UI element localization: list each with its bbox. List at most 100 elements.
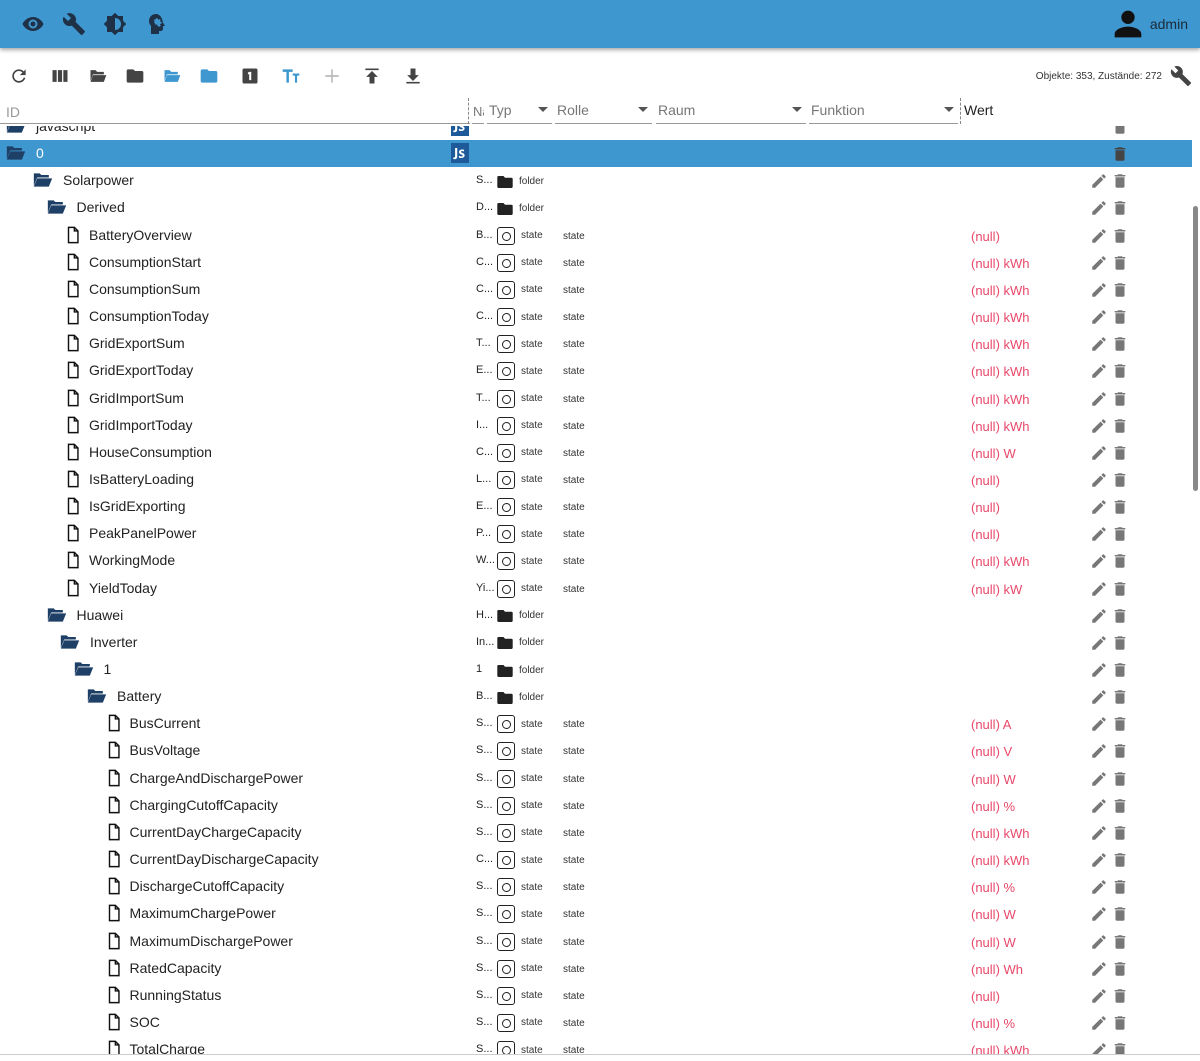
edit-icon[interactable]: [1090, 172, 1108, 190]
edit-icon[interactable]: [1090, 634, 1108, 652]
edit-icon[interactable]: [1090, 797, 1108, 815]
folder-open-icon[interactable]: [47, 198, 67, 216]
delete-icon[interactable]: [1111, 308, 1129, 326]
edit-icon[interactable]: [1090, 227, 1108, 245]
tree-row-state[interactable]: HouseConsumption C... state state (null) W: [0, 439, 1192, 466]
delete-icon[interactable]: [1111, 933, 1129, 951]
edit-icon[interactable]: [1090, 417, 1108, 435]
delete-icon[interactable]: [1111, 1041, 1129, 1054]
edit-icon[interactable]: [1090, 742, 1108, 760]
tree-row-state[interactable]: GridExportSum T... state state (null) kWh: [0, 330, 1192, 357]
delete-icon[interactable]: [1111, 281, 1129, 299]
tree-row-state[interactable]: BusCurrent S... state state (null) A: [0, 710, 1192, 737]
state-value[interactable]: (null) %: [971, 880, 1015, 895]
scrollbar-thumb[interactable]: [1193, 206, 1198, 491]
state-value[interactable]: (null): [971, 527, 1000, 542]
state-value[interactable]: (null) kWh: [971, 364, 1030, 379]
edit-icon[interactable]: [1090, 661, 1108, 679]
text-size-icon[interactable]: [281, 66, 301, 86]
folder-open-icon[interactable]: [6, 144, 26, 162]
tree-row-state[interactable]: SOC S... state state (null) %: [0, 1009, 1192, 1036]
tree-row-state[interactable]: BatteryOverview B... state state (null): [0, 222, 1192, 249]
wrench-icon[interactable]: [62, 12, 86, 36]
state-value[interactable]: (null) Wh: [971, 962, 1023, 977]
edit-icon[interactable]: [1090, 770, 1108, 788]
expert-mode-icon[interactable]: [143, 12, 167, 36]
folder-open-icon[interactable]: [88, 66, 108, 86]
edit-icon[interactable]: [1090, 471, 1108, 489]
folder-open-icon[interactable]: [74, 660, 94, 678]
folder-open-icon[interactable]: [33, 171, 53, 189]
delete-icon[interactable]: [1111, 824, 1129, 842]
edit-icon[interactable]: [1090, 281, 1108, 299]
edit-icon[interactable]: [1090, 715, 1108, 733]
folder-open-icon[interactable]: [87, 687, 107, 705]
tree-row-state[interactable]: RunningStatus S... state state (null): [0, 982, 1192, 1009]
state-value[interactable]: (null): [971, 229, 1000, 244]
edit-icon[interactable]: [1090, 851, 1108, 869]
brightness-icon[interactable]: [103, 12, 127, 36]
room-filter-select[interactable]: Raum: [656, 98, 806, 124]
delete-icon[interactable]: [1111, 960, 1129, 978]
delete-icon[interactable]: [1111, 335, 1129, 353]
delete-icon[interactable]: [1111, 661, 1129, 679]
delete-icon[interactable]: [1111, 1014, 1129, 1032]
tree-row-state[interactable]: GridExportToday E... state state (null) kWh: [0, 357, 1192, 384]
column-resizer[interactable]: [468, 98, 469, 124]
delete-icon[interactable]: [1111, 444, 1129, 462]
delete-icon[interactable]: [1111, 471, 1129, 489]
edit-icon[interactable]: [1090, 580, 1108, 598]
state-value[interactable]: (null) %: [971, 799, 1015, 814]
state-value[interactable]: (null) kW: [971, 582, 1022, 597]
state-value[interactable]: (null) A: [971, 717, 1011, 732]
tree-row-state[interactable]: BusVoltage S... state state (null) V: [0, 737, 1192, 764]
delete-icon[interactable]: [1111, 254, 1129, 272]
state-value[interactable]: (null) kWh: [971, 554, 1030, 569]
edit-icon[interactable]: [1090, 1041, 1108, 1054]
column-resizer[interactable]: [960, 98, 961, 124]
state-value[interactable]: (null) W: [971, 446, 1016, 461]
state-value[interactable]: (null) kWh: [971, 419, 1030, 434]
tree-row-state[interactable]: ConsumptionToday C... state state (null) kWh: [0, 303, 1192, 330]
edit-icon[interactable]: [1090, 878, 1108, 896]
delete-icon[interactable]: [1111, 715, 1129, 733]
tree-row-state[interactable]: GridImportSum T... state state (null) kWh: [0, 385, 1192, 412]
state-value[interactable]: (null): [971, 500, 1000, 515]
edit-icon[interactable]: [1090, 390, 1108, 408]
edit-icon[interactable]: [1090, 444, 1108, 462]
tree-row-state[interactable]: WorkingMode W... state state (null) kWh: [0, 547, 1192, 574]
tree-row-state[interactable]: ConsumptionSum C... state state (null) kWh: [0, 276, 1192, 303]
delete-icon[interactable]: [1111, 552, 1129, 570]
state-value[interactable]: (null) kWh: [971, 853, 1030, 868]
delete-icon[interactable]: [1111, 145, 1129, 163]
delete-icon[interactable]: [1111, 172, 1129, 190]
state-value[interactable]: (null) kWh: [971, 256, 1030, 271]
edit-icon[interactable]: [1090, 199, 1108, 217]
tree-row-folder[interactable]: 0: [0, 140, 1192, 168]
eye-icon[interactable]: [21, 12, 45, 36]
state-value[interactable]: (null): [971, 473, 1000, 488]
edit-icon[interactable]: [1090, 525, 1108, 543]
edit-icon[interactable]: [1090, 1014, 1108, 1032]
edit-icon[interactable]: [1090, 335, 1108, 353]
tree-row-state[interactable]: MaximumDischargePower S... state state (null…: [0, 928, 1192, 955]
delete-icon[interactable]: [1111, 987, 1129, 1005]
tree-row-state[interactable]: TotalCharge S... state state (null) kWh: [0, 1036, 1192, 1054]
state-value[interactable]: (null) kWh: [971, 310, 1030, 325]
state-value[interactable]: (null) kWh: [971, 826, 1030, 841]
delete-icon[interactable]: [1111, 797, 1129, 815]
id-filter-input[interactable]: ID: [0, 98, 470, 124]
state-value[interactable]: (null) %: [971, 1016, 1015, 1031]
edit-icon[interactable]: [1090, 933, 1108, 951]
function-filter-select[interactable]: Funktion: [809, 98, 958, 124]
delete-icon[interactable]: [1111, 498, 1129, 516]
edit-icon[interactable]: [1090, 552, 1108, 570]
tree-row-state[interactable]: PeakPanelPower P... state state (null): [0, 520, 1192, 547]
state-value[interactable]: (null) V: [971, 744, 1012, 759]
tree-row-folder[interactable]: Solarpower S... folder: [0, 167, 1192, 194]
edit-icon[interactable]: [1090, 362, 1108, 380]
delete-icon[interactable]: [1111, 126, 1129, 136]
tree-row-state[interactable]: ConsumptionStart C... state state (null) kWh: [0, 249, 1192, 276]
edit-icon[interactable]: [1090, 688, 1108, 706]
add-icon[interactable]: [322, 66, 342, 86]
